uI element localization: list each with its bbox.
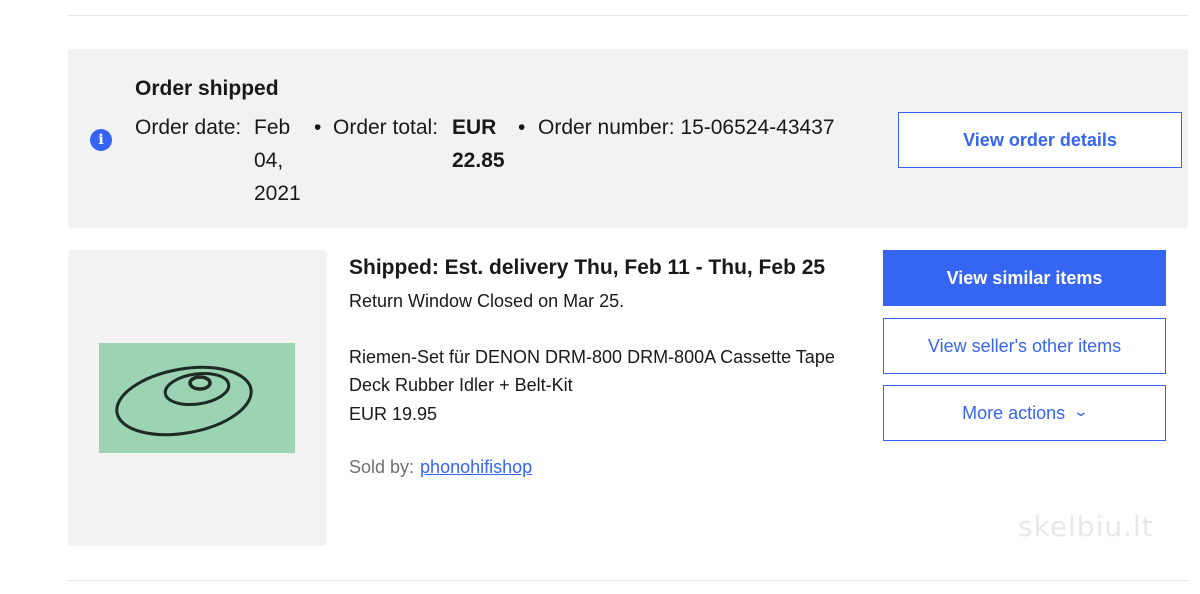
- order-date-value: Feb 04, 2021: [254, 116, 301, 205]
- order-number-label: Order number:: [538, 116, 675, 139]
- shipping-status: Shipped: Est. delivery Thu, Feb 11 - Thu…: [349, 256, 826, 279]
- bullet-separator: •: [518, 116, 526, 139]
- more-actions-label: More actions: [962, 402, 1066, 423]
- more-actions-button[interactable]: More actions ⌄: [883, 385, 1166, 441]
- item-image[interactable]: [99, 343, 295, 453]
- sold-by-label: Sold by:: [349, 457, 415, 477]
- bottom-divider: [68, 580, 1188, 581]
- view-similar-items-button[interactable]: View similar items: [883, 250, 1166, 306]
- order-number: Order number: 15-06524-43437: [538, 111, 835, 144]
- top-divider: [68, 15, 1188, 16]
- order-status-title: Order shipped: [135, 77, 279, 100]
- order-date-label: Order date:: [135, 116, 242, 139]
- view-order-details-button[interactable]: View order details: [898, 112, 1182, 168]
- bullet-separator: •: [314, 116, 322, 139]
- return-window-text: Return Window Closed on Mar 25.: [349, 291, 625, 311]
- chevron-down-icon: ⌄: [1072, 402, 1090, 419]
- item-price: EUR 19.95: [349, 404, 438, 424]
- info-icon: i: [90, 129, 112, 151]
- sold-by: Sold by: phonohifishop: [349, 456, 532, 478]
- order-total-label: Order total:: [333, 116, 439, 139]
- order-number-value: 15-06524-43437: [680, 116, 835, 139]
- order-total-value: EUR 22.85: [452, 116, 505, 172]
- view-seller-items-button[interactable]: View seller's other items: [883, 318, 1166, 374]
- seller-link[interactable]: phonohifishop: [420, 457, 532, 477]
- item-title-link[interactable]: Riemen-Set für DENON DRM-800 DRM-800A Ca…: [349, 343, 849, 399]
- item-thumbnail[interactable]: [68, 250, 327, 546]
- watermark: skelbiu.lt: [1018, 510, 1154, 543]
